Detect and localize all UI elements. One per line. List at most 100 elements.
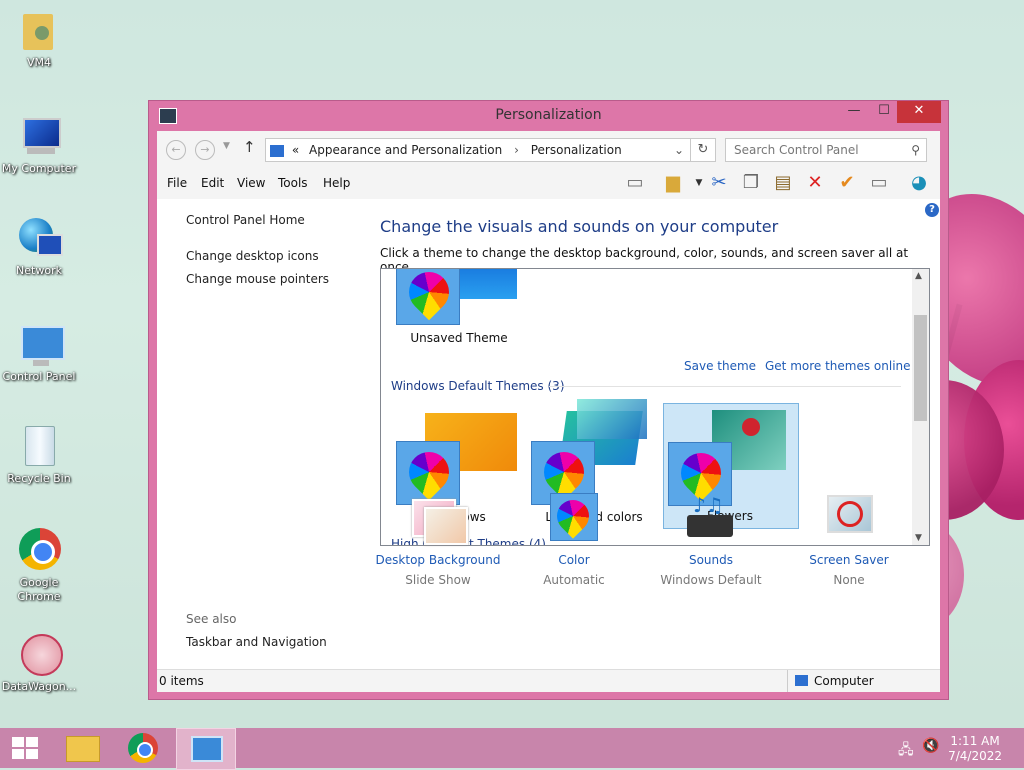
flower-icon — [742, 418, 760, 436]
setting-value: Slide Show — [405, 573, 471, 587]
status-divider — [787, 670, 788, 692]
close-button[interactable]: ✕ — [897, 101, 941, 123]
delete-icon[interactable]: ✕ — [803, 171, 827, 195]
search-placeholder: Search Control Panel — [734, 143, 859, 157]
sounds-icon: ♪♫ — [685, 493, 737, 545]
scrollbar-thumb[interactable] — [914, 315, 927, 421]
group-divider — [549, 386, 901, 387]
menu-bar: File Edit View Tools Help ▭ ▆ ▼ ✂ ❐ ▤ ✕ … — [157, 167, 940, 217]
checkmark-icon[interactable]: ✔ — [835, 171, 859, 195]
status-location: Computer — [814, 674, 874, 688]
taskbar-chrome[interactable] — [114, 728, 172, 768]
search-icon[interactable]: ⚲ — [911, 139, 920, 161]
title-bar[interactable]: Personalization — ☐ ✕ — [149, 101, 948, 131]
main-pane: Change the visuals and sounds on your co… — [369, 199, 940, 669]
maximize-button[interactable]: ☐ — [869, 101, 899, 123]
desktop-icon-label: Network — [16, 264, 62, 277]
desktop-icon-network[interactable]: Network — [0, 216, 78, 278]
refresh-button[interactable]: ↻ — [690, 138, 716, 162]
recent-locations-chevron-icon[interactable]: ▼ — [223, 141, 230, 151]
personalization-window: Personalization — ☐ ✕ ← → ▼ ↑ « Appearan… — [148, 100, 949, 700]
address-prefix[interactable]: « — [292, 143, 299, 157]
desktop-icon-control-panel[interactable]: Control Panel — [0, 322, 78, 384]
back-button[interactable]: ← — [166, 140, 186, 160]
chrome-icon — [17, 528, 61, 572]
datawagon-star-icon — [17, 632, 63, 676]
desktop-icon-label: VM4 — [26, 56, 51, 69]
sharing-icon[interactable]: ◕ — [907, 171, 931, 195]
setting-label[interactable]: Color — [504, 553, 644, 567]
up-button[interactable]: ↑ — [243, 138, 256, 156]
menu-view[interactable]: View — [237, 176, 265, 190]
page-heading: Change the visuals and sounds on your co… — [380, 217, 779, 236]
menu-edit[interactable]: Edit — [201, 176, 224, 190]
desktop-icon-vm4[interactable]: VM4 — [0, 8, 78, 70]
desktop-icon-label: Recycle Bin — [7, 472, 71, 485]
setting-label[interactable]: Screen Saver — [779, 553, 919, 567]
color-icon — [548, 493, 600, 545]
menu-help[interactable]: Help — [323, 176, 350, 190]
taskbar-file-explorer[interactable] — [56, 728, 114, 768]
address-bar[interactable]: « Appearance and Personalization › Perso… — [265, 138, 691, 162]
menu-tools[interactable]: Tools — [278, 176, 308, 190]
copy-icon[interactable]: ❐ — [739, 171, 763, 195]
clock-date: 7/4/2022 — [948, 749, 1002, 763]
setting-value: Automatic — [543, 573, 605, 587]
search-input[interactable]: Search Control Panel ⚲ — [725, 138, 927, 162]
forward-button[interactable]: → — [195, 140, 215, 160]
desktop-background-setting[interactable]: Desktop Background Slide Show — [368, 493, 508, 587]
folder-user-icon — [17, 8, 61, 52]
desktop-icon-label: DataWagon... — [1, 680, 77, 693]
layout-pane-icon[interactable]: ▭ — [623, 171, 647, 195]
control-panel-home-link[interactable]: Control Panel Home — [186, 213, 305, 227]
folder-options-icon[interactable]: ▆ — [661, 171, 685, 195]
desktop-icon-recycle-bin[interactable]: Recycle Bin — [0, 424, 78, 486]
cut-icon[interactable]: ✂ — [707, 171, 731, 195]
desktop-icon-datawagon[interactable]: DataWagon... — [0, 632, 78, 694]
taskbar-navigation-link[interactable]: Taskbar and Navigation — [186, 635, 327, 649]
desktop-icon-my-computer[interactable]: My Computer — [0, 114, 78, 176]
color-fan-icon — [535, 443, 593, 501]
more-themes-online-link[interactable]: Get more themes online — [765, 359, 911, 373]
color-fan-icon — [400, 443, 458, 501]
start-button[interactable] — [0, 728, 58, 768]
color-fan-icon — [400, 269, 458, 321]
speaker-muted-icon[interactable]: 🔇 — [922, 738, 939, 754]
taskbar-control-panel[interactable] — [176, 728, 236, 770]
screen-saver-setting[interactable]: Screen Saver None — [779, 493, 919, 587]
recycle-bin-icon — [17, 424, 61, 468]
windows-default-themes-group[interactable]: Windows Default Themes (3) — [391, 379, 565, 393]
address-dropdown-chevron-icon[interactable]: ⌄ — [674, 139, 684, 161]
scroll-up-arrow-icon[interactable]: ▲ — [915, 271, 922, 281]
network-tray-icon[interactable]: 🖧 — [898, 739, 914, 763]
color-fan-icon — [550, 493, 596, 539]
computer-icon — [795, 675, 808, 686]
breadcrumb-personalization[interactable]: Personalization — [531, 143, 622, 157]
status-bar: 0 items Computer — [157, 669, 940, 692]
paste-icon[interactable]: ▤ — [771, 171, 795, 195]
see-also-heading: See also — [186, 612, 237, 626]
window-title: Personalization — [495, 107, 602, 123]
color-setting[interactable]: Color Automatic — [504, 493, 644, 587]
change-mouse-pointers-link[interactable]: Change mouse pointers — [186, 272, 329, 286]
computer-icon — [17, 114, 61, 158]
properties-icon[interactable]: ▭ — [867, 171, 891, 195]
setting-value: None — [833, 573, 865, 587]
window-client: ← → ▼ ↑ « Appearance and Personalization… — [157, 131, 940, 692]
change-desktop-icons-link[interactable]: Change desktop icons — [186, 249, 319, 263]
desktop-icon-google-chrome[interactable]: Google Chrome — [0, 528, 78, 604]
sounds-setting[interactable]: ♪♫ Sounds Windows Default — [641, 493, 781, 587]
save-theme-link[interactable]: Save theme — [684, 359, 756, 373]
screen-saver-icon — [823, 493, 875, 545]
minimize-button[interactable]: — — [839, 101, 869, 123]
clock[interactable]: 1:11 AM 7/4/2022 — [948, 734, 1002, 764]
status-item-count: 0 items — [159, 674, 204, 688]
setting-label[interactable]: Sounds — [641, 553, 781, 567]
desktop-icon-label: Google Chrome — [17, 576, 61, 603]
breadcrumb-separator-icon[interactable]: › — [514, 143, 519, 157]
menu-file[interactable]: File — [167, 176, 187, 190]
breadcrumb-appearance[interactable]: Appearance and Personalization — [309, 143, 502, 157]
setting-label[interactable]: Desktop Background — [368, 553, 508, 567]
network-globe-icon — [17, 216, 63, 260]
file-explorer-icon — [66, 736, 100, 762]
